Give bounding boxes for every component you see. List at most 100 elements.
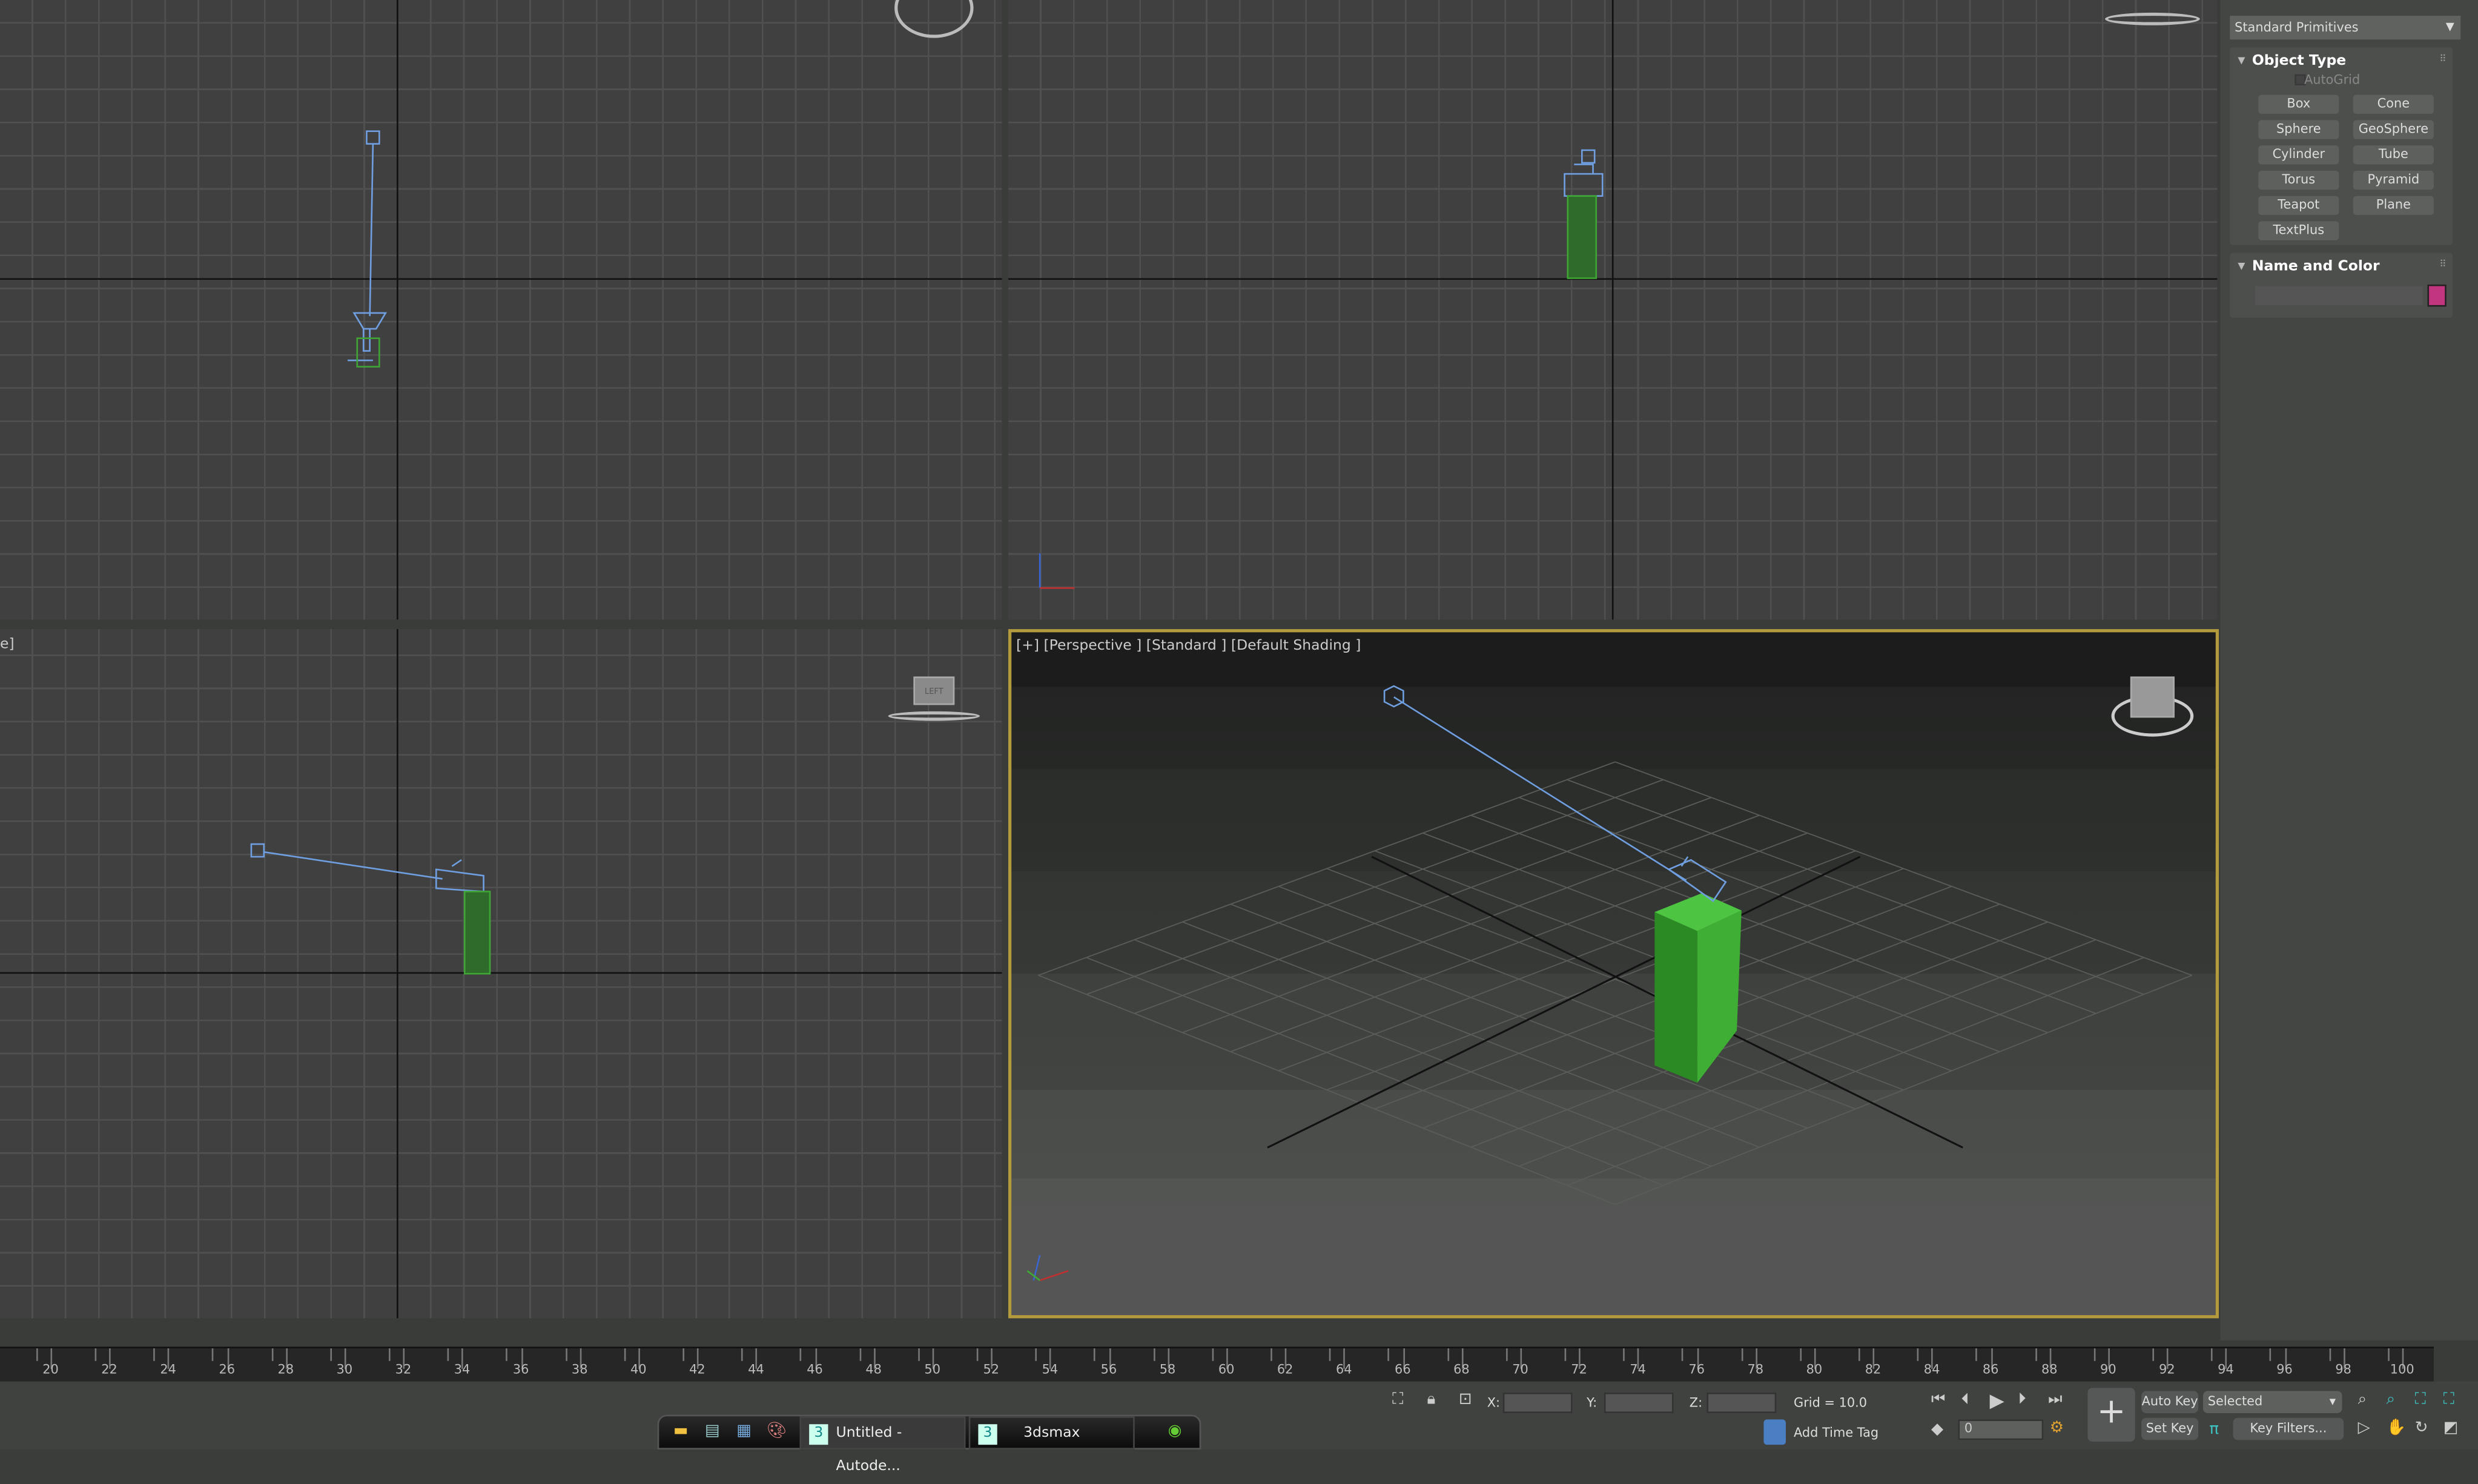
scene-objects xyxy=(348,130,388,368)
timeline-label: 52 xyxy=(983,1362,1000,1377)
create-box-button[interactable]: Box xyxy=(2258,94,2339,114)
viewport-perspective[interactable]: [+] [Perspective ] [Standard ] [Default … xyxy=(1008,629,2219,1319)
taskbar-item-3dsmax[interactable]: 3 3dsmax xyxy=(968,1416,1135,1450)
object-color-swatch[interactable] xyxy=(2427,284,2447,307)
key-mode-toggle-icon[interactable]: ◆ xyxy=(1931,1422,1943,1439)
go-to-end-icon[interactable]: ⏭ xyxy=(2048,1392,2062,1408)
time-configuration-icon[interactable]: ⚙ xyxy=(2050,1420,2064,1437)
timeline-tick xyxy=(447,1348,449,1361)
rollout-title[interactable]: Name and Color xyxy=(2252,259,2380,275)
timeline-tick xyxy=(1329,1348,1331,1361)
create-textplus-button[interactable]: TextPlus xyxy=(2258,221,2339,240)
selection-set-dropdown[interactable]: Selected ▾ xyxy=(2202,1391,2342,1413)
create-cylinder-button[interactable]: Cylinder xyxy=(2258,145,2339,165)
timeline-label: 72 xyxy=(1571,1362,1587,1377)
zoom-extents-icon[interactable]: ⛶ xyxy=(2415,1392,2426,1408)
field-of-view-icon[interactable]: ▷ xyxy=(2358,1420,2370,1437)
create-pyramid-button[interactable]: Pyramid xyxy=(2353,170,2434,190)
camera-icon xyxy=(435,859,484,892)
grid-line xyxy=(1470,814,2048,1034)
timeline-tick xyxy=(2270,1348,2272,1361)
timeline-label: 58 xyxy=(1159,1362,1176,1377)
category-dropdown[interactable]: Standard Primitives ▼ xyxy=(2230,16,2461,40)
x-coordinate-field[interactable] xyxy=(1502,1393,1573,1413)
viewport-top-left[interactable] xyxy=(0,0,1002,620)
create-teapot-button[interactable]: Teapot xyxy=(2258,196,2339,216)
nvidia-tray-icon[interactable]: ◉ xyxy=(1168,1423,1182,1440)
collapse-triangle-icon[interactable]: ▼ xyxy=(2238,261,2245,272)
camera-icon xyxy=(1564,163,1604,197)
z-coordinate-field[interactable] xyxy=(1707,1393,1777,1413)
timeline-tick xyxy=(2328,1348,2331,1361)
object-name-input[interactable] xyxy=(2255,286,2423,305)
add-time-tag-icon[interactable] xyxy=(1763,1419,1786,1445)
zoom-icon[interactable]: ⌕ xyxy=(2358,1392,2367,1408)
timeline-label: 48 xyxy=(865,1362,882,1377)
paint-icon[interactable]: 🎨︎ xyxy=(767,1423,787,1440)
timeline-label: 68 xyxy=(1453,1362,1470,1377)
key-filter-icon[interactable]: π xyxy=(2209,1422,2219,1439)
timeline-tick xyxy=(1975,1348,1978,1361)
play-icon[interactable]: ▶ xyxy=(1990,1391,2004,1410)
timeline-label: 96 xyxy=(2276,1362,2293,1377)
create-geosphere-button[interactable]: GeoSphere xyxy=(2353,120,2434,139)
timeline-tick xyxy=(2152,1348,2154,1361)
grip-icon[interactable]: ⠿ xyxy=(2439,259,2446,270)
x-label: X: xyxy=(1487,1396,1501,1410)
grid-line xyxy=(1038,974,1616,1205)
create-sphere-button[interactable]: Sphere xyxy=(2258,120,2339,139)
viewport-bottom-left[interactable]: e] LEFT xyxy=(0,629,1002,1319)
maximize-viewport-icon[interactable]: ◩ xyxy=(2443,1420,2459,1437)
current-frame-spinner[interactable]: 0 xyxy=(1958,1419,2044,1440)
zoom-all-icon[interactable]: ⌕ xyxy=(2387,1392,2396,1408)
lock-icon[interactable]: 🔒︎ xyxy=(1427,1392,1436,1408)
key-filters-button[interactable]: Key Filters... xyxy=(2233,1417,2344,1440)
viewport-top-right[interactable] xyxy=(1008,0,2218,620)
notepad-icon[interactable]: ▤ xyxy=(705,1423,720,1440)
timeline-tick xyxy=(1035,1348,1037,1361)
timeline-label: 82 xyxy=(1865,1362,1882,1377)
timeline-tick xyxy=(36,1348,38,1361)
create-cone-button[interactable]: Cone xyxy=(2353,94,2434,114)
chevron-down-icon: ▾ xyxy=(2329,1394,2336,1409)
timeline-label: 64 xyxy=(1335,1362,1352,1377)
timeline-label: 90 xyxy=(2100,1362,2116,1377)
absolute-mode-icon[interactable]: ⊡ xyxy=(1459,1392,1472,1408)
timeline-tick xyxy=(624,1348,626,1361)
grip-icon[interactable]: ⠿ xyxy=(2439,54,2446,65)
taskbar-item-untitled-autodesk[interactable]: 3 Untitled - Autode... xyxy=(799,1416,966,1475)
viewcube-icon[interactable] xyxy=(2130,676,2175,718)
box-object xyxy=(463,891,491,975)
timeline-label: 94 xyxy=(2218,1362,2234,1377)
calculator-icon[interactable]: ▦ xyxy=(736,1423,752,1440)
create-tube-button[interactable]: Tube xyxy=(2353,145,2434,165)
pan-hand-icon[interactable]: ✋ xyxy=(2387,1420,2406,1437)
timeline-label: 76 xyxy=(1688,1362,1705,1377)
add-time-tag-button[interactable]: Add Time Tag xyxy=(1794,1426,1878,1440)
create-plane-button[interactable]: Plane xyxy=(2353,196,2434,216)
set-key-big-button[interactable]: + xyxy=(2087,1388,2135,1442)
auto-key-button[interactable]: Auto Key xyxy=(2141,1391,2199,1413)
create-torus-button[interactable]: Torus xyxy=(2258,170,2339,190)
zoom-extents-all-icon[interactable]: ⛶ xyxy=(2443,1392,2454,1408)
perspective-scene xyxy=(1026,685,2192,1281)
viewport-label[interactable]: [+] [Perspective ] [Standard ] [Default … xyxy=(1016,639,1361,655)
isolate-selection-icon[interactable]: ⛶ xyxy=(1392,1392,1403,1408)
file-explorer-icon[interactable]: ▬ xyxy=(673,1423,689,1440)
rollout-title[interactable]: Object Type xyxy=(2252,54,2346,70)
category-dropdown-value: Standard Primitives xyxy=(2235,20,2359,35)
y-label: Y: xyxy=(1587,1396,1597,1410)
y-coordinate-field[interactable] xyxy=(1604,1393,1674,1413)
set-key-button[interactable]: Set Key xyxy=(2141,1417,2199,1440)
previous-frame-icon[interactable]: ⏴ xyxy=(1961,1392,1969,1408)
timeline-label: 30 xyxy=(336,1362,353,1377)
timeline-label: 50 xyxy=(924,1362,941,1377)
collapse-triangle-icon[interactable]: ▼ xyxy=(2238,55,2245,66)
timeline-label: 38 xyxy=(571,1362,588,1377)
timeline-tick xyxy=(1211,1348,1214,1361)
timeline-tick xyxy=(741,1348,743,1361)
next-frame-icon[interactable]: ⏵ xyxy=(2018,1392,2026,1408)
go-to-start-icon[interactable]: ⏮ xyxy=(1931,1392,1945,1408)
timeline-ruler[interactable]: 20 22 24 26 28 30 32 34 36 38 40 42 44 46 48 50 52 54 56 58… xyxy=(0,1347,2434,1382)
orbit-icon[interactable]: ↻ xyxy=(2415,1420,2428,1437)
